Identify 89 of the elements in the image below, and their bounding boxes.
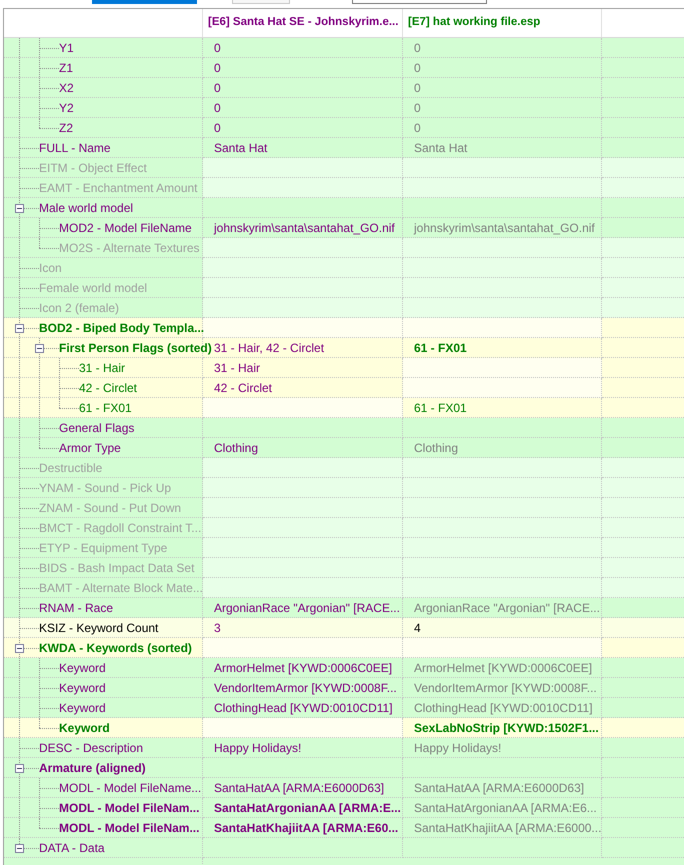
field-name: 61 - FX01 [78,400,132,416]
field-name: DATA - Data [38,840,105,856]
field-name: BIDS - Bash Impact Data Set [38,560,194,576]
value-cell: SantaHatAA [ARMA:E6000D63] [403,778,602,798]
value-cell: SexLabNoStrip [KYWD:1502F1... [403,718,602,738]
value-cell: Clothing [403,438,602,458]
field-name: Y2 [58,100,74,116]
collapse-icon[interactable] [15,844,24,853]
value-cell: ClothingHead [KYWD:0010CD11] [403,698,602,718]
value-cell: ArgonianRace "Argonian" [RACE... [203,598,403,618]
value-cell: SantaHatKhajiitAA [ARMA:E60... [203,818,403,838]
value-cell: johnskyrim\santa\santahat_GO.nif [403,218,602,238]
field-name: EAMT - Enchantment Amount [38,180,198,196]
value-cell: 0 [403,118,602,138]
field-name: MODL - Model FileNam... [58,800,200,816]
collapse-icon[interactable] [15,644,24,653]
value-cell: johnskyrim\santa\santahat_GO.nif [203,218,403,238]
column-header[interactable]: [E7] hat working file.esp [403,9,602,37]
value-cell: 61 - FX01 [403,398,602,418]
field-name: FULL - Name [38,140,111,156]
value-cell: 0 [203,98,403,118]
field-name: Keyword [58,660,106,676]
field-name: General Flags [58,420,134,436]
value-cell: VendorItemArmor [KYWD:0008F... [203,678,403,698]
value-cell: VendorItemArmor [KYWD:0008F... [403,678,602,698]
field-name: MO2S - Alternate Textures [58,240,200,256]
value-cell: Santa Hat [403,138,602,158]
field-name: 31 - Hair [78,360,126,376]
field-name: Female world model [38,280,148,296]
input-field[interactable] [352,0,487,4]
value-cell: 3 [203,618,403,638]
field-name: X2 [58,80,74,96]
field-name: YNAM - Sound - Pick Up [38,480,172,496]
value-cell: 0 [403,38,602,58]
field-name: Z2 [58,120,74,136]
value-cell: Happy Holidays! [203,738,403,758]
field-name: Keyword [58,720,110,736]
field-name: Icon [38,260,62,276]
field-name: BOD2 - Biped Body Templa... [38,320,204,336]
value-cell: 0 [203,38,403,58]
field-name: Z1 [58,60,74,76]
value-cell: ArgonianRace "Argonian" [RACE... [403,598,602,618]
field-name: KWDA - Keywords (sorted) [38,640,192,656]
field-name: Armature (aligned) [38,760,146,776]
field-name: Armor Type [58,440,121,456]
value-cell: 0 [403,98,602,118]
field-name: Icon 2 (female) [38,300,120,316]
value-cell: 61 - FX01 [403,338,602,358]
collapse-icon[interactable] [15,324,24,333]
field-name: Male world model [38,200,134,216]
field-name: Keyword [58,680,106,696]
value-cell: SantaHatKhajiitAA [ARMA:E6000... [403,818,602,838]
value-cell: Santa Hat [203,138,403,158]
field-name: MODL - Model FileNam... [58,820,200,836]
value-cell: SantaHatAA [ARMA:E6000D63] [203,778,403,798]
value-cell: 0 [203,118,403,138]
value-cell: ArmorHelmet [KYWD:0006C0EE] [203,658,403,678]
collapse-icon[interactable] [15,204,24,213]
value-cell: Clothing [203,438,403,458]
field-name: RNAM - Race [38,600,114,616]
collapse-icon[interactable] [35,344,44,353]
value-cell: 31 - Hair [203,358,403,378]
field-name: Y1 [58,40,74,56]
value-cell: 0 [203,78,403,98]
field-name: DESC - Description [38,740,144,756]
field-name: BMCT - Ragdoll Constraint T... [38,520,202,536]
field-name: KSIZ - Keyword Count [38,620,158,636]
collapse-icon[interactable] [15,764,24,773]
value-cell: 42 - Circlet [203,378,403,398]
value-cell: 0 [203,58,403,78]
value-cell: 0 [403,78,602,98]
value-cell: SantaHatArgonianAA [ARMA:E6... [403,798,602,818]
field-name: Keyword [58,700,106,716]
field-name: MOD2 - Model FileName [58,220,192,236]
column-header[interactable]: [E6] Santa Hat SE - Johnskyrim.e... [203,9,403,37]
value-cell: SantaHatArgonianAA [ARMA:E... [203,798,403,818]
field-name: MODL - Model FileName... [58,780,202,796]
field-name: BAMT - Alternate Block Mate... [38,580,203,596]
field-name: First Person Flags (sorted) [58,340,212,356]
value-cell: ArmorHelmet [KYWD:0006C0EE] [403,658,602,678]
field-name: 42 - Circlet [78,380,138,396]
value-cell: ClothingHead [KYWD:0010CD11] [203,698,403,718]
value-cell: Happy Holidays! [403,738,602,758]
field-name: Destructible [38,460,102,476]
field-name: ETYP - Equipment Type [38,540,168,556]
value-cell: 4 [403,618,602,638]
field-name: ZNAM - Sound - Put Down [38,500,182,516]
field-name: EITM - Object Effect [38,160,147,176]
value-cell: 0 [403,58,602,78]
